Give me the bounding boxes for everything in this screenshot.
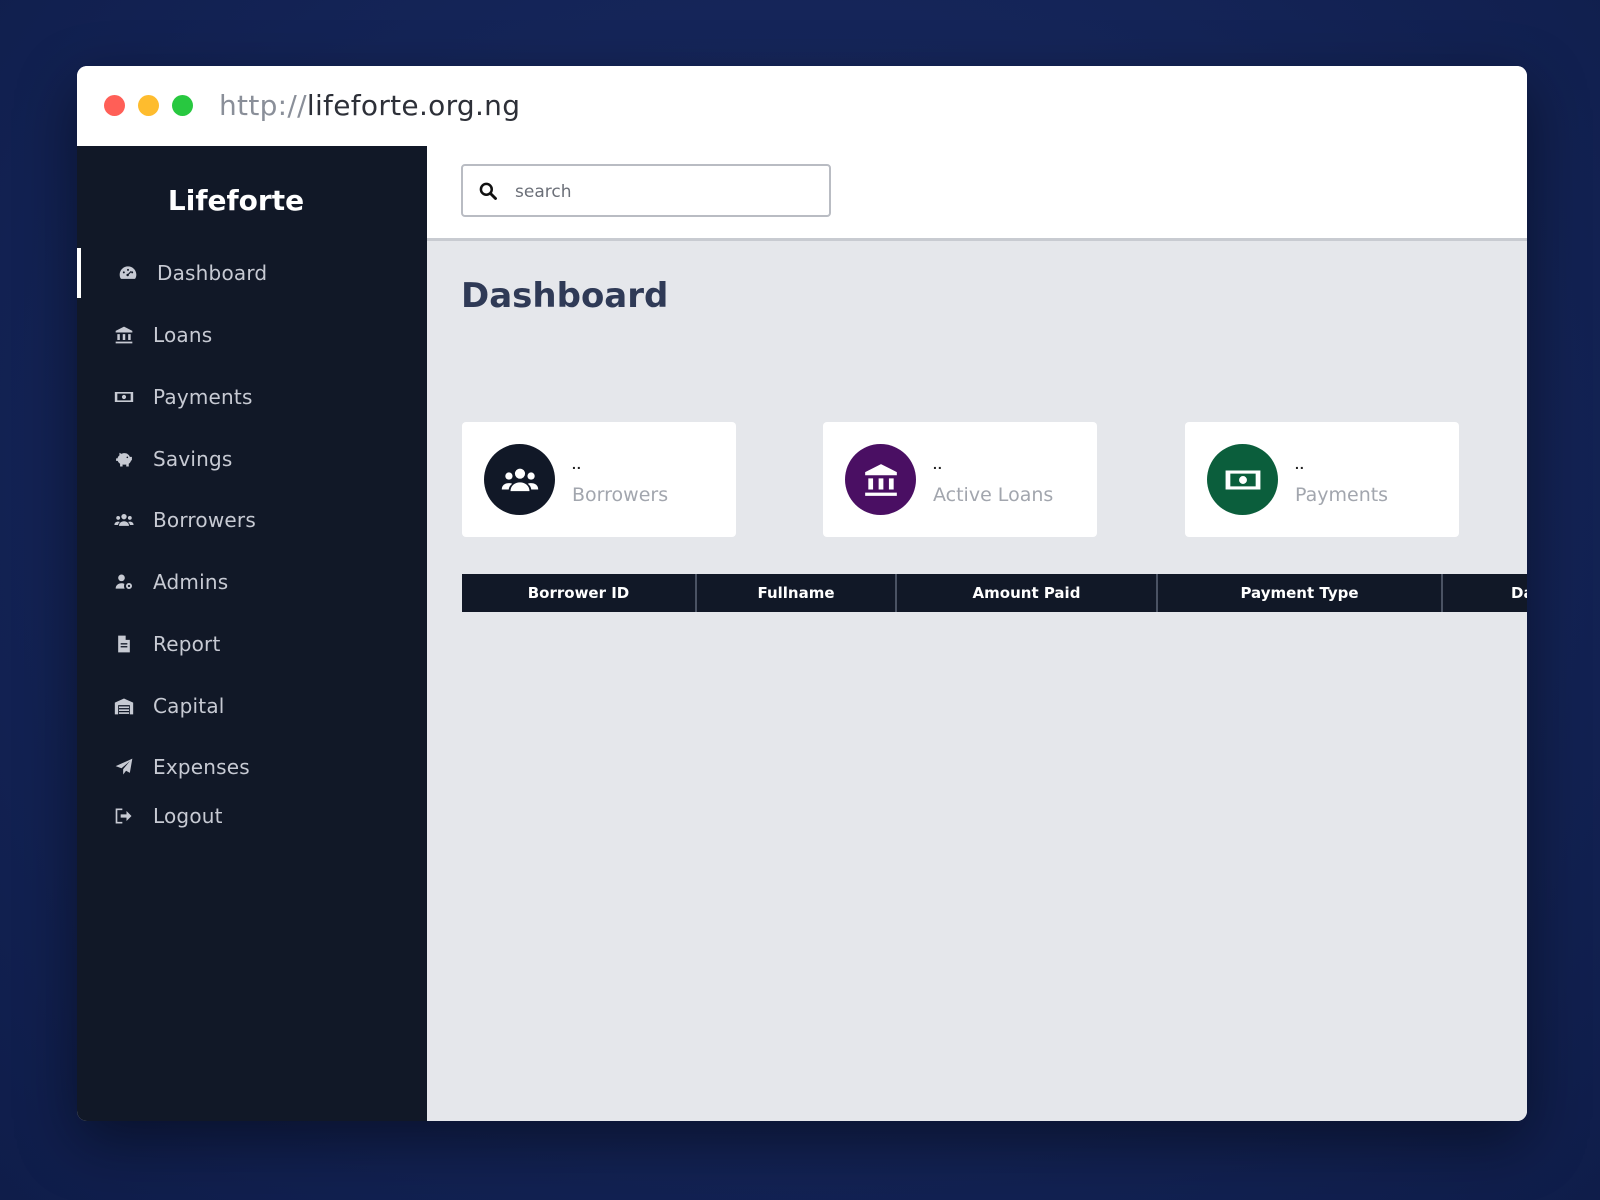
bank-icon <box>845 444 916 515</box>
sidebar-item-logout[interactable]: Logout <box>77 791 427 841</box>
payments-table-header: Borrower ID Fullname Amount Paid Payment… <box>462 574 1527 612</box>
column-header-borrower-id[interactable]: Borrower ID <box>462 574 697 612</box>
sidebar-item-label: Dashboard <box>157 261 268 285</box>
stat-label: Borrowers <box>572 484 669 506</box>
search-input[interactable] <box>513 176 817 208</box>
money-bill-icon <box>1207 444 1278 515</box>
sidebar-item-label: Admins <box>153 570 229 594</box>
stat-label: Active Loans <box>933 484 1054 506</box>
column-header-fullname[interactable]: Fullname <box>697 574 897 612</box>
sidebar: Lifeforte Dashboard Loans Payments Savin… <box>77 146 427 1121</box>
close-window-button[interactable] <box>104 95 125 116</box>
sidebar-item-admins[interactable]: Admins <box>77 557 427 607</box>
money-bill-icon <box>113 386 135 408</box>
stat-card-active-loans: .. Active Loans <box>823 422 1097 537</box>
stat-value: .. <box>933 456 943 472</box>
sidebar-item-label: Payments <box>153 385 253 409</box>
stat-card-payments: .. Payments <box>1185 422 1459 537</box>
sign-out-icon <box>113 805 135 827</box>
bank-icon <box>113 324 135 346</box>
user-cog-icon <box>113 571 135 593</box>
dashboard-gauge-icon <box>117 262 139 284</box>
sidebar-item-label: Report <box>153 632 221 656</box>
sidebar-item-label: Expenses <box>153 755 250 779</box>
stat-card-borrowers: .. Borrowers <box>462 422 736 537</box>
warehouse-icon <box>113 695 135 717</box>
url-host: lifeforte.org.ng <box>306 89 521 122</box>
page-title: Dashboard <box>461 276 669 316</box>
sidebar-item-capital[interactable]: Capital <box>77 681 427 731</box>
sidebar-item-dashboard[interactable]: Dashboard <box>77 248 427 298</box>
sidebar-item-label: Savings <box>153 447 233 471</box>
piggy-bank-icon <box>113 448 135 470</box>
sidebar-item-label: Capital <box>153 694 225 718</box>
sidebar-item-expenses[interactable]: Expenses <box>77 742 427 792</box>
stat-value: .. <box>572 456 582 472</box>
sidebar-item-borrowers[interactable]: Borrowers <box>77 495 427 545</box>
top-bar <box>427 146 1527 241</box>
column-header-date[interactable]: Da <box>1443 574 1527 612</box>
maximize-window-button[interactable] <box>172 95 193 116</box>
sidebar-item-report[interactable]: Report <box>77 619 427 669</box>
column-header-payment-type[interactable]: Payment Type <box>1158 574 1443 612</box>
minimize-window-button[interactable] <box>138 95 159 116</box>
search-icon <box>479 182 497 200</box>
sidebar-item-label: Logout <box>153 804 223 828</box>
url-protocol: http:// <box>219 89 307 122</box>
stat-label: Payments <box>1295 484 1389 506</box>
search-box[interactable] <box>461 164 831 217</box>
address-bar[interactable]: http://lifeforte.org.ng <box>219 88 520 124</box>
users-icon <box>113 509 135 531</box>
sidebar-item-label: Borrowers <box>153 508 256 532</box>
browser-window: http://lifeforte.org.ng Lifeforte Dashbo… <box>77 66 1527 1121</box>
users-icon <box>484 444 555 515</box>
paper-plane-icon <box>113 756 135 778</box>
file-icon <box>113 633 135 655</box>
stat-value: .. <box>1295 456 1305 472</box>
column-header-amount-paid[interactable]: Amount Paid <box>897 574 1158 612</box>
browser-titlebar: http://lifeforte.org.ng <box>77 66 1527 147</box>
sidebar-item-loans[interactable]: Loans <box>77 310 427 360</box>
brand-logo: Lifeforte <box>167 184 305 217</box>
sidebar-item-payments[interactable]: Payments <box>77 372 427 422</box>
sidebar-item-savings[interactable]: Savings <box>77 434 427 484</box>
sidebar-item-label: Loans <box>153 323 213 347</box>
main-content: Dashboard .. Borrowers .. Active Loans .… <box>427 146 1527 1121</box>
